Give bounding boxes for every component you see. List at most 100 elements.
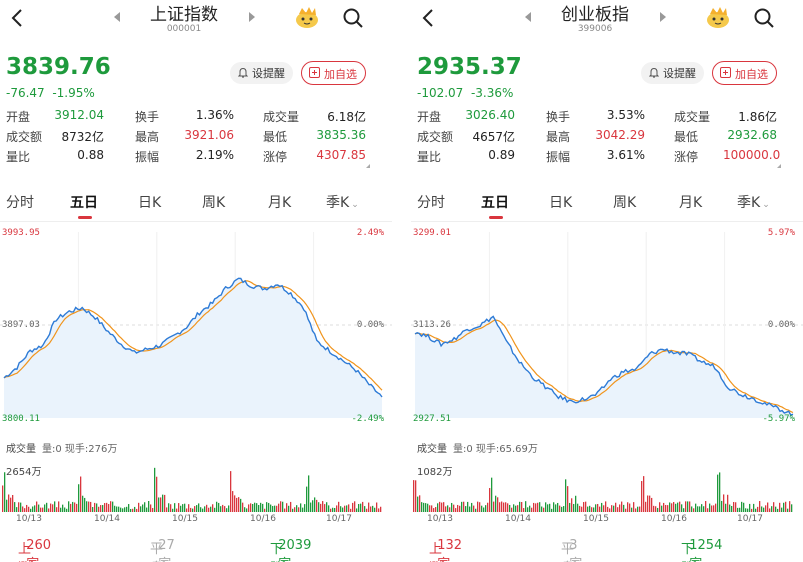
volume-bar: [122, 508, 124, 512]
search-icon[interactable]: [342, 7, 364, 29]
volume-bar: [535, 503, 537, 512]
volume-bar: [499, 502, 501, 512]
tab-5[interactable]: 季K ⌄: [737, 192, 770, 212]
price-change: -76.47 -1.95%: [6, 86, 95, 100]
tab-4[interactable]: 月K: [679, 192, 702, 212]
volume-bar: [278, 503, 280, 512]
volume-chart[interactable]: [411, 456, 803, 512]
tab-2[interactable]: 日K: [138, 192, 161, 212]
expand-mark[interactable]: [366, 164, 370, 168]
tab-1[interactable]: 五日: [70, 192, 98, 212]
volume-bar: [170, 504, 172, 512]
back-arrow-icon[interactable]: [6, 6, 30, 30]
flat-count: 平盘 27家: [150, 538, 175, 562]
intraday-chart[interactable]: 3993.95 3897.03 3800.11 2.49% 0.00% -2.4…: [0, 222, 392, 432]
chevron-down-icon: ⌄: [351, 200, 359, 210]
volume-bar: [100, 505, 102, 512]
volume-bar: [366, 508, 368, 512]
tab-4[interactable]: 月K: [268, 192, 291, 212]
volume-bar: [433, 508, 435, 512]
volume-bar: [699, 506, 701, 512]
volume-bar: [268, 502, 270, 512]
date-axis: 10/13 10/14 10/15 10/16 10/17: [0, 514, 392, 526]
volume-bar: [659, 502, 661, 512]
prev-icon[interactable]: [523, 11, 533, 23]
volume-chart[interactable]: [0, 456, 392, 512]
price-change: -102.07 -3.36%: [417, 86, 513, 100]
index-code: 399006: [577, 24, 613, 34]
next-icon[interactable]: [658, 11, 668, 23]
set-alert-button[interactable]: 设提醒: [230, 62, 293, 84]
volume-bar: [479, 502, 481, 512]
date-label: 10/16: [250, 514, 276, 524]
back-arrow-icon[interactable]: [417, 6, 441, 30]
volume-bar: [36, 501, 38, 512]
volume-bar: [90, 501, 92, 512]
intraday-chart[interactable]: 3299.01 3113.26 2927.51 5.97% 0.00% -5.9…: [411, 222, 803, 432]
stat-value: 0.88: [77, 148, 104, 162]
axis-top-value: 3993.95: [2, 228, 40, 238]
date-label: 10/15: [172, 514, 198, 524]
volume-bar: [342, 507, 344, 512]
volume-bar: [641, 481, 643, 512]
volume-bar: [196, 505, 198, 512]
volume-bar: [435, 507, 437, 512]
volume-bar: [84, 497, 86, 512]
volume-bar: [637, 506, 639, 512]
stats-row: 开盘 3026.40 换手 3.53% 成交量 1.86亿: [417, 108, 797, 126]
tab-2[interactable]: 日K: [549, 192, 572, 212]
volume-bar: [667, 505, 669, 512]
volume-bar: [72, 501, 74, 512]
volume-bar: [507, 503, 509, 512]
volume-bar: [276, 505, 278, 512]
tab-0[interactable]: 分时: [417, 192, 445, 212]
search-icon[interactable]: [753, 7, 775, 29]
volume-bar: [653, 505, 655, 512]
volume-bar: [296, 505, 298, 512]
tab-0[interactable]: 分时: [6, 192, 34, 212]
volume-bar: [427, 503, 429, 512]
volume-bar: [721, 500, 723, 512]
tab-3[interactable]: 周K: [202, 192, 225, 212]
prev-icon[interactable]: [112, 11, 122, 23]
volume-bar: [547, 504, 549, 512]
add-watchlist-button[interactable]: 加自选: [712, 61, 777, 85]
tab-label: 分时: [417, 195, 445, 211]
volume-bar: [697, 506, 699, 512]
volume-bar: [627, 502, 629, 512]
stat-label: 换手: [546, 110, 571, 124]
volume-bar: [549, 503, 551, 512]
mascot-icon[interactable]: [294, 4, 320, 30]
volume-bar: [513, 504, 515, 512]
stat-label: 成交量: [263, 110, 300, 124]
index-title: 创业板指: [561, 5, 629, 25]
tab-5[interactable]: 季K ⌄: [326, 192, 359, 212]
volume-bar: [485, 505, 487, 512]
volume-detail: 量:0 现手:65.69万: [453, 444, 538, 455]
stat-label: 开盘: [417, 110, 442, 124]
volume-bar: [362, 501, 364, 512]
volume-bar: [755, 508, 757, 512]
volume-bar: [753, 503, 755, 512]
next-icon[interactable]: [247, 11, 257, 23]
tab-1[interactable]: 五日: [481, 192, 509, 212]
volume-bar: [310, 502, 312, 512]
tab-3[interactable]: 周K: [613, 192, 636, 212]
chart-tabs: 分时 五日 日K 周K 月K 季K ⌄: [411, 182, 803, 222]
axis-top-pct: 5.97%: [767, 228, 795, 238]
volume-bar: [765, 505, 767, 512]
mascot-icon[interactable]: [705, 4, 731, 30]
set-alert-button[interactable]: 设提醒: [641, 62, 704, 84]
add-watchlist-button[interactable]: 加自选: [301, 61, 366, 85]
expand-mark[interactable]: [777, 164, 781, 168]
volume-bar: [360, 503, 362, 512]
volume-bar: [655, 506, 657, 512]
volume-bar: [489, 488, 491, 512]
volume-bar: [2, 485, 4, 512]
volume-bar: [352, 502, 354, 512]
volume-bar: [246, 508, 248, 512]
volume-bar: [729, 504, 731, 512]
volume-bar: [346, 505, 348, 512]
date-label: 10/17: [737, 514, 763, 524]
volume-bar: [491, 477, 493, 512]
